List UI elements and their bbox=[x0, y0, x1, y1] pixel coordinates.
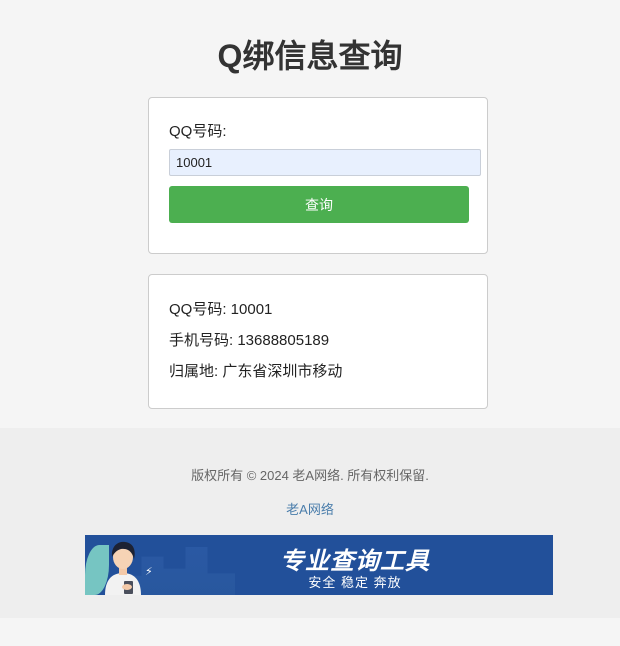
qq-number-input[interactable] bbox=[169, 149, 481, 176]
query-button[interactable]: 查询 bbox=[169, 186, 469, 223]
copyright-text: 版权所有 © 2024 老A网络. 所有权利保留. bbox=[191, 468, 429, 483]
banner-title: 专业查询工具 bbox=[280, 548, 430, 575]
lightning-icon: ⚡ bbox=[145, 566, 153, 578]
ad-banner[interactable]: ⚡ 专业查询工具 安全 稳定 奔放 bbox=[85, 535, 553, 595]
footer-link[interactable]: 老A网络 bbox=[0, 499, 620, 518]
result-card: QQ号码: 10001 手机号码: 13688805189 归属地: 广东省深圳… bbox=[148, 274, 488, 409]
footer: 版权所有 © 2024 老A网络. 所有权利保留. 老A网络 ⚡ 专业查询工具 … bbox=[0, 428, 620, 618]
result-phone: 手机号码: 13688805189 bbox=[169, 332, 330, 349]
person-illustration-icon bbox=[105, 541, 141, 595]
result-qq: QQ号码: 10001 bbox=[169, 301, 273, 318]
qq-number-label: QQ号码: bbox=[169, 123, 227, 140]
banner-subtitle: 安全 稳定 奔放 bbox=[308, 575, 402, 590]
query-form-card: QQ号码: 查询 bbox=[148, 97, 488, 254]
result-location: 归属地: 广东省深圳市移动 bbox=[169, 363, 343, 380]
page-title: Q绑信息查询 bbox=[217, 38, 403, 74]
